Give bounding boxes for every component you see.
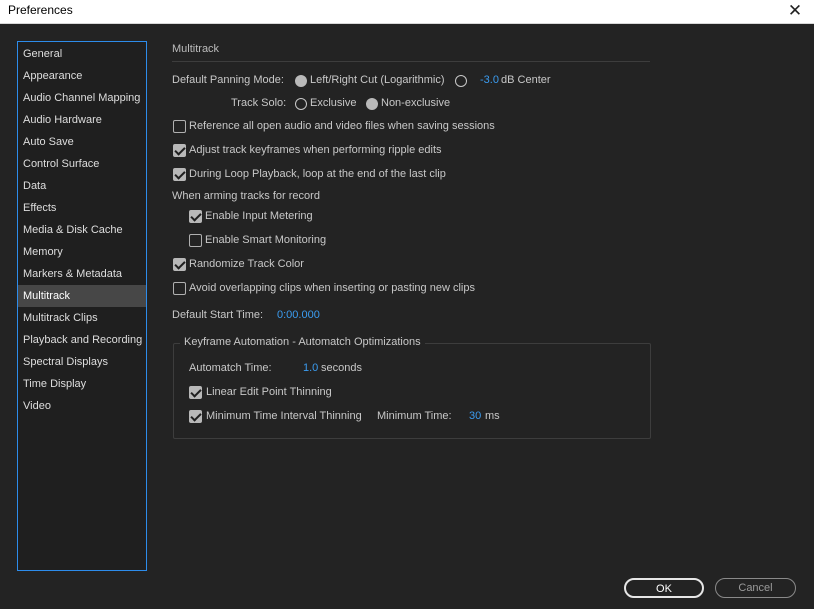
- loop-playback-label: During Loop Playback, loop at the end of…: [189, 168, 446, 180]
- preferences-category-list: General Appearance Audio Channel Mapping…: [17, 41, 147, 571]
- sidebar-item-multitrack-clips[interactable]: Multitrack Clips: [18, 307, 146, 329]
- min-time-unit: ms: [485, 410, 500, 422]
- panning-db-center-radio[interactable]: [455, 75, 467, 87]
- sidebar-item-multitrack[interactable]: Multitrack: [18, 285, 146, 307]
- window-title: Preferences: [8, 3, 73, 17]
- section-divider: [172, 61, 650, 62]
- avoid-overlap-checkbox[interactable]: [173, 282, 186, 295]
- track-solo-exclusive-radio[interactable]: [295, 98, 307, 110]
- reference-files-label: Reference all open audio and video files…: [189, 120, 495, 132]
- sidebar-item-video[interactable]: Video: [18, 395, 146, 417]
- sidebar-item-media-disk-cache[interactable]: Media & Disk Cache: [18, 219, 146, 241]
- sidebar-item-time-display[interactable]: Time Display: [18, 373, 146, 395]
- start-time-label: Default Start Time:: [172, 309, 264, 321]
- sidebar-item-markers-metadata[interactable]: Markers & Metadata: [18, 263, 146, 285]
- sidebar-item-audio-channel-mapping[interactable]: Audio Channel Mapping: [18, 87, 146, 109]
- title-bar: Preferences ✕: [0, 0, 814, 24]
- sidebar-item-memory[interactable]: Memory: [18, 241, 146, 263]
- sidebar-item-playback-recording[interactable]: Playback and Recording: [18, 329, 146, 351]
- panning-db-value[interactable]: -3.0: [480, 74, 499, 86]
- arming-tracks-label: When arming tracks for record: [172, 190, 320, 202]
- adjust-keyframes-label: Adjust track keyframes when performing r…: [189, 144, 442, 156]
- panning-db-center-label: dB Center: [501, 74, 551, 86]
- min-time-value[interactable]: 30: [469, 410, 481, 422]
- avoid-overlap-label: Avoid overlapping clips when inserting o…: [189, 282, 475, 294]
- close-icon[interactable]: ✕: [784, 1, 806, 21]
- input-metering-checkbox[interactable]: [189, 210, 202, 223]
- reference-files-checkbox[interactable]: [173, 120, 186, 133]
- panning-mode-label: Default Panning Mode:: [172, 74, 284, 86]
- min-time-label: Minimum Time:: [377, 410, 452, 422]
- linear-thinning-checkbox[interactable]: [189, 386, 202, 399]
- track-solo-label: Track Solo:: [231, 97, 287, 109]
- input-metering-label: Enable Input Metering: [205, 210, 313, 222]
- loop-playback-checkbox[interactable]: [173, 168, 186, 181]
- ok-button[interactable]: OK: [624, 578, 704, 598]
- automatch-time-label: Automatch Time:: [189, 362, 272, 374]
- start-time-value[interactable]: 0:00.000: [277, 309, 320, 321]
- sidebar-item-auto-save[interactable]: Auto Save: [18, 131, 146, 153]
- panning-left-right-label: Left/Right Cut (Logarithmic): [310, 74, 445, 86]
- track-solo-exclusive-label: Exclusive: [310, 97, 357, 109]
- sidebar-item-data[interactable]: Data: [18, 175, 146, 197]
- track-solo-non-exclusive-label: Non-exclusive: [381, 97, 451, 109]
- sidebar-item-control-surface[interactable]: Control Surface: [18, 153, 146, 175]
- track-solo-non-exclusive-radio[interactable]: [366, 98, 378, 110]
- min-interval-thinning-label: Minimum Time Interval Thinning: [206, 410, 362, 422]
- smart-monitoring-label: Enable Smart Monitoring: [205, 234, 327, 246]
- section-title: Multitrack: [172, 43, 220, 55]
- keyframe-automation-title: Keyframe Automation - Automatch Optimiza…: [180, 336, 425, 348]
- sidebar-item-effects[interactable]: Effects: [18, 197, 146, 219]
- smart-monitoring-checkbox[interactable]: [189, 234, 202, 247]
- randomize-color-label: Randomize Track Color: [189, 258, 304, 270]
- automatch-time-unit: seconds: [321, 362, 362, 374]
- sidebar-item-spectral-displays[interactable]: Spectral Displays: [18, 351, 146, 373]
- sidebar-item-audio-hardware[interactable]: Audio Hardware: [18, 109, 146, 131]
- adjust-keyframes-checkbox[interactable]: [173, 144, 186, 157]
- sidebar-item-general[interactable]: General: [18, 43, 146, 65]
- linear-thinning-label: Linear Edit Point Thinning: [206, 386, 332, 398]
- randomize-color-checkbox[interactable]: [173, 258, 186, 271]
- min-interval-thinning-checkbox[interactable]: [189, 410, 202, 423]
- automatch-time-value[interactable]: 1.0: [303, 362, 318, 374]
- sidebar-item-appearance[interactable]: Appearance: [18, 65, 146, 87]
- panning-left-right-radio[interactable]: [295, 75, 307, 87]
- cancel-button[interactable]: Cancel: [715, 578, 796, 598]
